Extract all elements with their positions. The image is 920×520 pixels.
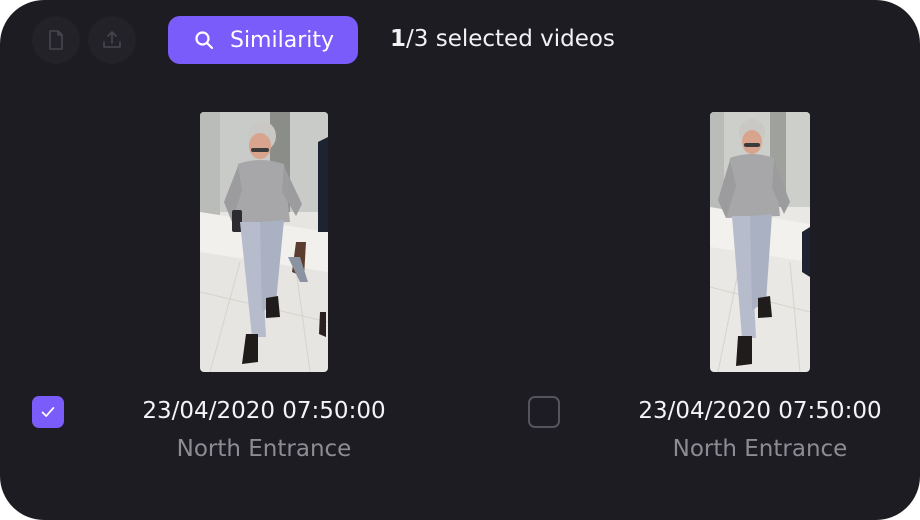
export-button[interactable] bbox=[88, 16, 136, 64]
search-icon bbox=[195, 31, 214, 50]
video-thumbnail-1[interactable] bbox=[200, 112, 328, 372]
similarity-label: Similarity bbox=[229, 27, 335, 53]
file-icon bbox=[49, 30, 63, 50]
document-button[interactable] bbox=[32, 16, 80, 64]
upload-icon bbox=[103, 31, 121, 48]
video-1-checkbox[interactable] bbox=[32, 396, 64, 428]
video-1-timestamp: 23/04/2020 07:50:00 bbox=[142, 398, 386, 424]
selected-total-text: /3 selected videos bbox=[406, 26, 615, 52]
selected-count: 1 bbox=[390, 26, 407, 52]
video-2-checkbox[interactable] bbox=[528, 396, 560, 428]
video-2-timestamp: 23/04/2020 07:50:00 bbox=[638, 398, 882, 424]
video-2-location: North Entrance bbox=[672, 436, 848, 462]
video-thumbnail-2[interactable] bbox=[710, 112, 810, 372]
checkmark-icon bbox=[41, 407, 55, 417]
video-1-location: North Entrance bbox=[176, 436, 352, 462]
selection-counter: 1/3 selected videos bbox=[390, 26, 615, 52]
video-selection-panel: Similarity 1/3 selected videos 23/04/202… bbox=[0, 0, 920, 520]
similarity-button[interactable]: Similarity bbox=[168, 16, 358, 64]
person-walking-image-2 bbox=[710, 112, 810, 372]
person-walking-image-1 bbox=[200, 112, 328, 372]
